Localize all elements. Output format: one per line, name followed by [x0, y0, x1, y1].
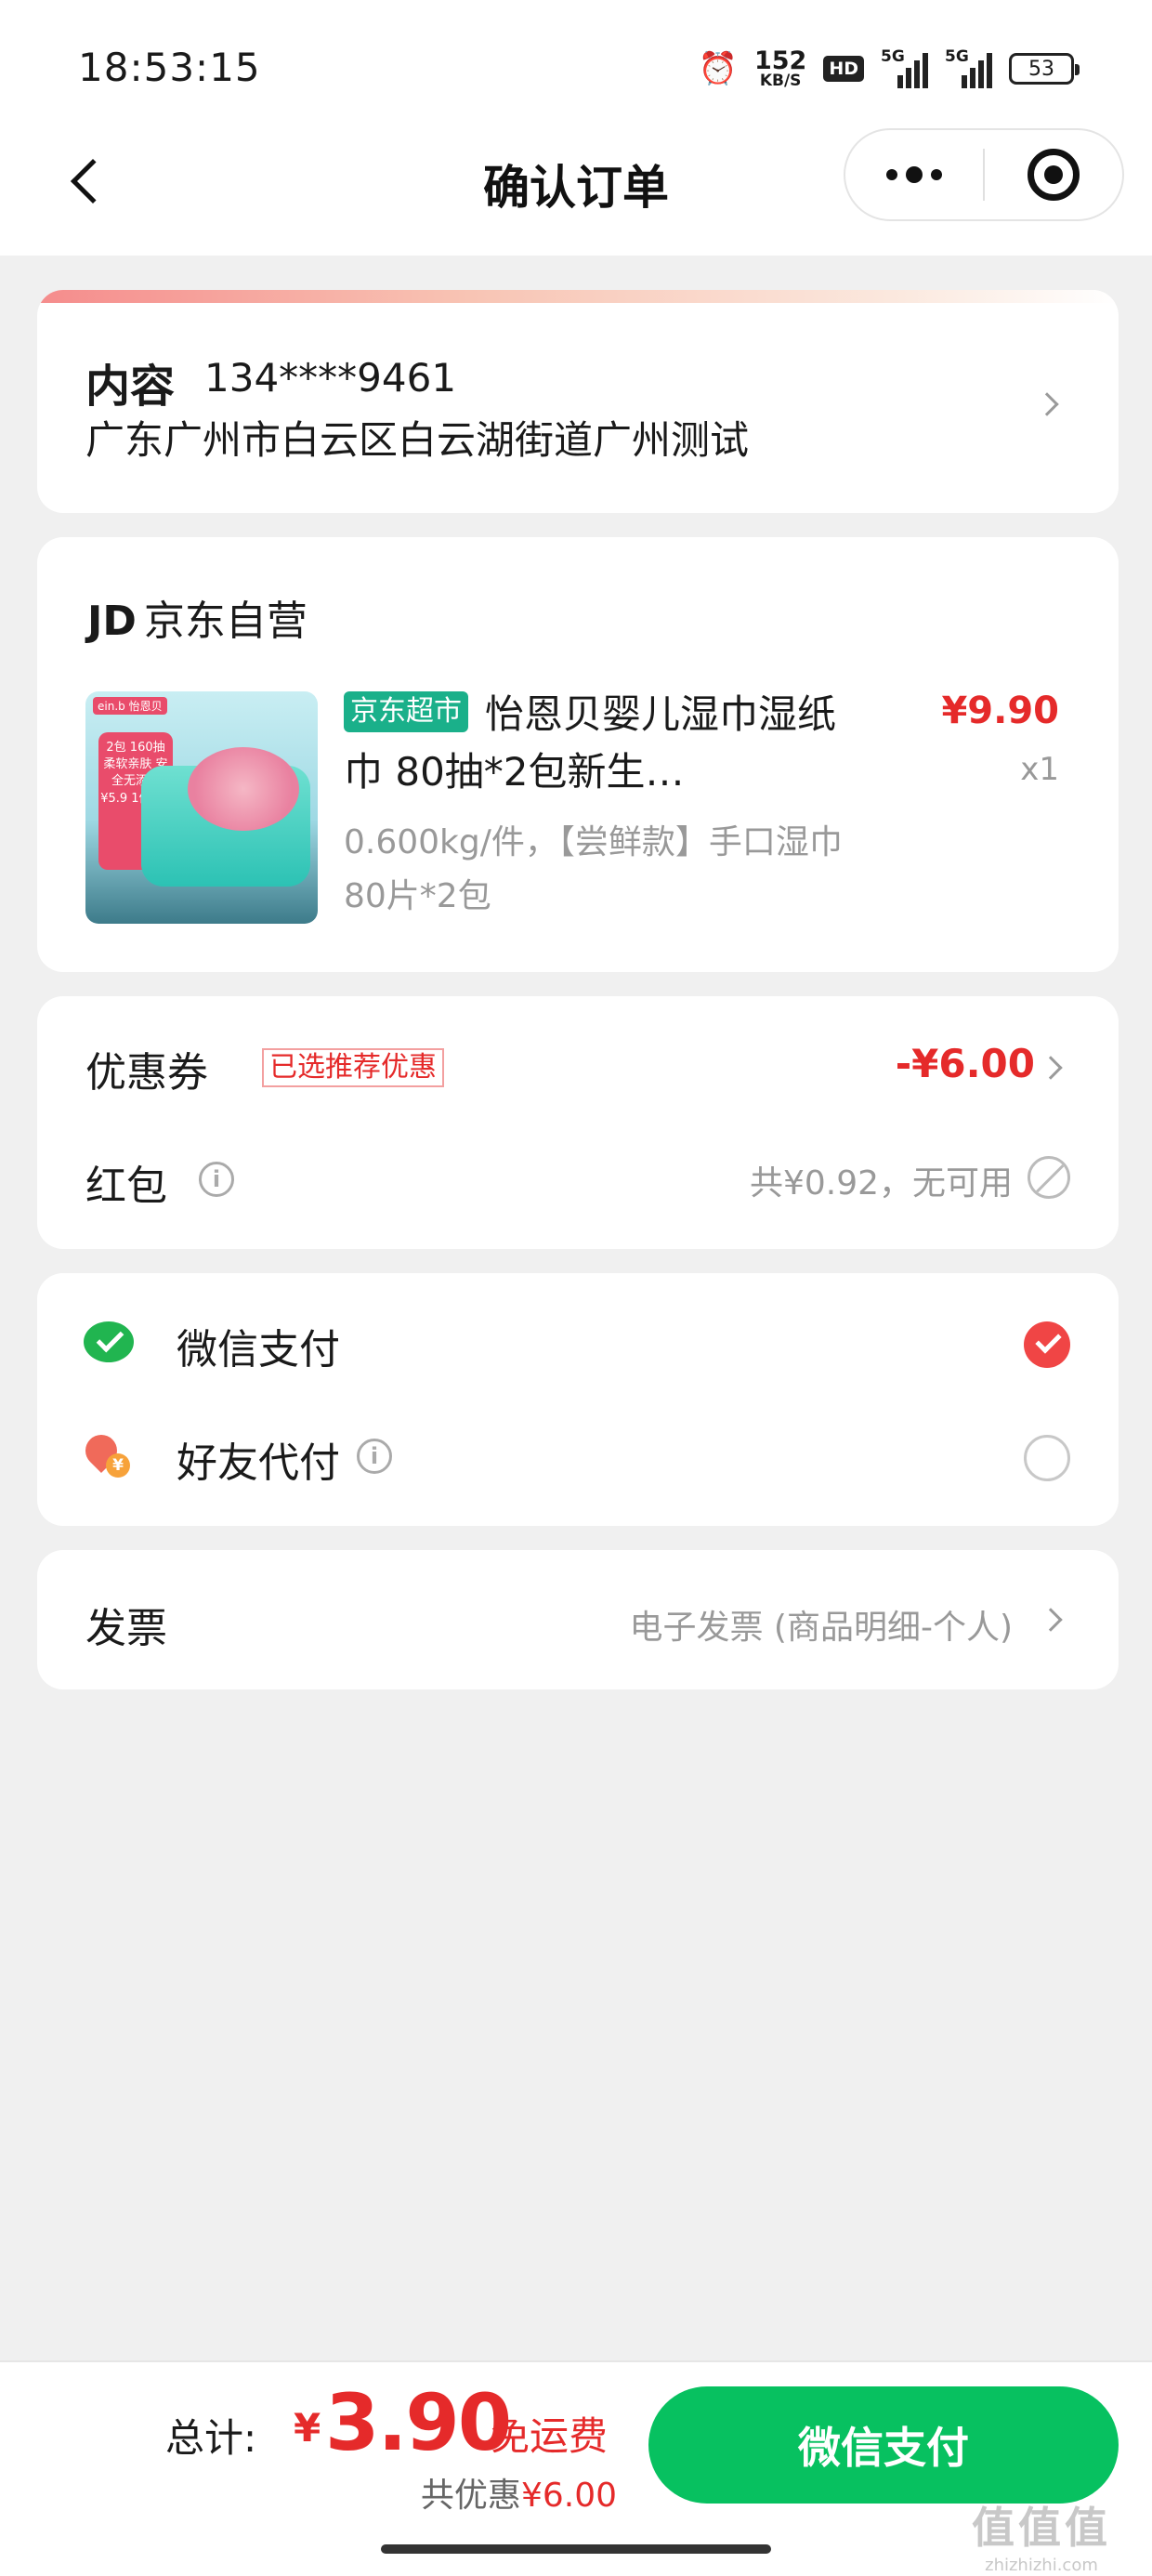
miniprogram-capsule: [844, 128, 1124, 221]
nav-bar: 确认订单: [0, 121, 1152, 256]
signal-icon-2: 5G: [945, 47, 992, 88]
total-amount: 3.90: [325, 2377, 512, 2468]
status-icons: ⏰ 152 KB/S HD 5G 5G 53: [698, 43, 1080, 95]
friend-pay-icon: [85, 1435, 130, 1478]
coupon-row[interactable]: -¥6.00: [896, 1041, 1035, 1086]
address-accent-bar: [37, 290, 1119, 303]
wechat-pay-button[interactable]: 微信支付: [648, 2386, 1119, 2504]
hd-icon: HD: [823, 56, 864, 82]
info-icon[interactable]: i: [357, 1439, 392, 1474]
wechat-pay-option[interactable]: 微信支付: [177, 1316, 340, 1375]
shop-name: JD 京东自营: [87, 598, 308, 645]
coupon-label: 优惠券: [85, 1049, 208, 1097]
more-button[interactable]: [845, 130, 983, 219]
address-card[interactable]: 内容 134****9461 广东广州市白云区白云湖街道广州测试: [37, 290, 1119, 513]
battery-icon: 53: [1009, 53, 1080, 85]
home-indicator[interactable]: [381, 2544, 771, 2554]
product-card: JD 京东自营 ein.b 怡恩贝 2包 160抽 柔软亲肤 安全无添加 ¥5.9…: [37, 537, 1119, 972]
chevron-right-icon: [1039, 1608, 1063, 1632]
watermark: 值值值 zhizhizhi.com: [972, 2503, 1111, 2575]
product-image[interactable]: ein.b 怡恩贝 2包 160抽 柔软亲肤 安全无添加 ¥5.9 1件6折: [85, 691, 318, 924]
total-label: 总计:: [165, 2415, 257, 2461]
more-dots-icon: [886, 169, 897, 180]
chevron-right-icon: [1035, 392, 1059, 416]
product-quantity: x1: [1020, 751, 1059, 788]
close-miniprogram-button[interactable]: [985, 130, 1122, 219]
target-icon: [1027, 149, 1080, 201]
info-icon[interactable]: i: [199, 1162, 234, 1197]
invoice-value: 电子发票 (商品明细-个人): [629, 1609, 1013, 1647]
wechat-pay-radio[interactable]: [1024, 1321, 1070, 1368]
wipes-lid-graphic: [188, 747, 299, 831]
payment-card: 微信支付 好友代付 i: [37, 1273, 1119, 1526]
friend-pay-radio[interactable]: [1024, 1435, 1070, 1481]
product-spec: 0.600kg/件，【尝鲜款】手口湿巾80片*2包: [344, 823, 843, 915]
status-time: 18:53:15: [78, 45, 261, 90]
network-speed: 152 KB/S: [753, 46, 807, 90]
discounts-card: 优惠券 已选推荐优惠 -¥6.00 红包 i 共¥0.92，无可用: [37, 996, 1119, 1249]
invoice-label: 发票: [85, 1605, 167, 1652]
address-line: 广东广州市白云区白云湖街道广州测试: [85, 417, 750, 463]
alarm-icon: ⏰: [698, 50, 738, 87]
total-currency: ¥: [294, 2405, 321, 2451]
invoice-card[interactable]: 发票 电子发票 (商品明细-个人): [37, 1550, 1119, 1689]
status-bar: 18:53:15 ⏰ 152 KB/S HD 5G 5G 53: [0, 0, 1152, 139]
signal-icon: 5G: [881, 47, 928, 88]
friend-pay-option[interactable]: 好友代付: [177, 1429, 340, 1489]
recipient-name: 内容: [85, 361, 176, 413]
jd-supermarket-badge: 京东超市: [344, 691, 468, 732]
total-saved: 共优惠¥6.00: [420, 2477, 617, 2515]
product-price: ¥9.90: [941, 690, 1059, 732]
wechat-pay-icon: [84, 1321, 134, 1362]
unavailable-icon: [1028, 1156, 1070, 1199]
coupon-tag: 已选推荐优惠: [262, 1048, 444, 1087]
recipient-phone: 134****9461: [204, 355, 457, 401]
product-image-brand: ein.b 怡恩贝: [93, 697, 167, 715]
redpack-value: 共¥0.92，无可用: [749, 1164, 1013, 1203]
free-shipping-label: 免运费: [491, 2413, 609, 2459]
chevron-right-icon: [1039, 1056, 1063, 1080]
redpack-label: 红包: [85, 1163, 167, 1210]
